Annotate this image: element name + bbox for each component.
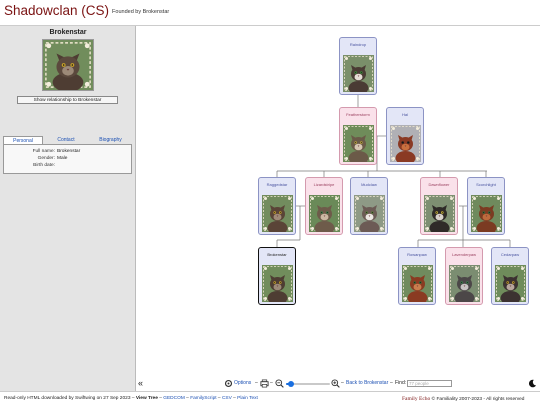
- plain-text-link[interactable]: Plain Text: [237, 396, 258, 401]
- footer-separator: –: [159, 396, 162, 401]
- sidebar: Brokenstar Show relationship to Brokenst…: [0, 26, 136, 391]
- family-tree[interactable]: Raindrop Featherstorm Hal Raggedstar Lizards…: [137, 26, 540, 391]
- person-card[interactable]: Dawnflower: [420, 177, 458, 235]
- person-card[interactable]: Cedarpaw: [491, 247, 529, 305]
- person-card-name: Mudclaw: [361, 182, 377, 187]
- zoom-slider[interactable]: [286, 381, 330, 387]
- familyscript-link[interactable]: FamilyScript: [190, 396, 216, 401]
- person-portrait: [262, 195, 293, 232]
- person-portrait: [309, 195, 340, 232]
- person-portrait: [424, 195, 455, 232]
- person-name: Brokenstar: [49, 29, 87, 36]
- personal-panel: Full name: Brokenstar Gender: Male Birth…: [3, 144, 132, 174]
- person-card[interactable]: Raindrop: [339, 37, 377, 95]
- page-title: Shadowclan (CS) Founded by Brokenstar: [4, 3, 169, 18]
- field-label: Full name:: [32, 149, 55, 154]
- print-icon[interactable]: [260, 379, 269, 388]
- copyright-text: © Familiality 2007-2023 - All rights res…: [431, 397, 525, 402]
- zoom-in-icon[interactable]: [331, 379, 340, 388]
- person-card[interactable]: Raggedstar: [258, 177, 296, 235]
- person-card-name: Hal: [401, 112, 408, 117]
- toolbar-separator: –: [341, 380, 344, 386]
- tree-title: Shadowclan (CS): [4, 3, 110, 18]
- person-card-name: Brokenstar: [267, 252, 287, 257]
- person-card[interactable]: Featherstorm: [339, 107, 377, 165]
- csv-link[interactable]: CSV: [222, 396, 232, 401]
- person-card-name: Dawnflower: [428, 182, 450, 187]
- toolbar-separator: –: [390, 380, 393, 386]
- person-card-name: Featherstorm: [346, 112, 370, 117]
- person-card[interactable]: Brokenstar: [258, 247, 296, 305]
- person-card[interactable]: Mudclaw: [350, 177, 388, 235]
- person-card-name: Scorchlight: [476, 182, 496, 187]
- tree-toolbar: « Options – – – Back to Brokenstar – Fin…: [137, 376, 540, 391]
- person-card-name: Rowanpaw: [407, 252, 427, 257]
- collapse-sidebar-icon[interactable]: «: [138, 378, 143, 389]
- person-portrait: [390, 125, 421, 162]
- options-link[interactable]: Options: [234, 378, 251, 389]
- footer-separator: –: [217, 396, 221, 401]
- field-full-name: Full name: Brokenstar: [4, 148, 133, 155]
- field-birth-date: Birth date:: [4, 162, 133, 169]
- person-card-name: Lavenderpaw: [451, 252, 477, 257]
- person-card-name: Lizardstripe: [313, 182, 335, 187]
- toolbar-separator: –: [270, 380, 273, 386]
- person-card-name: Raggedstar: [266, 182, 288, 187]
- footer-text: Read-only HTML downloaded by Swiftwing o…: [4, 396, 258, 401]
- show-relationship-button[interactable]: Show relationship to Brokenstar: [17, 96, 118, 104]
- gedcom-link[interactable]: GEDCOM: [163, 396, 185, 401]
- person-portrait: [262, 265, 293, 302]
- header: Shadowclan (CS) Founded by Brokenstar: [0, 0, 540, 26]
- footer-separator: –: [233, 396, 236, 401]
- person-card[interactable]: Hal: [386, 107, 424, 165]
- person-card-name: Cedarpaw: [500, 252, 520, 257]
- footer-right: Family Echo © Familiality 2007-2023 - Al…: [402, 396, 524, 402]
- person-portrait: [495, 265, 526, 302]
- person-card[interactable]: Scorchlight: [467, 177, 505, 235]
- person-portrait: [402, 265, 433, 302]
- field-value: Brokenstar: [57, 149, 81, 154]
- field-value: Male: [57, 156, 68, 161]
- field-label: Gender:: [37, 156, 55, 161]
- footer-separator: –: [186, 396, 189, 401]
- person-photo: [42, 39, 94, 91]
- zoom-out-icon[interactable]: [275, 379, 284, 388]
- back-to-link[interactable]: Back to Brokenstar: [346, 378, 388, 389]
- footer: Read-only HTML downloaded by Swiftwing o…: [0, 391, 540, 405]
- person-portrait: [343, 125, 374, 162]
- field-label: Birth date:: [33, 163, 55, 168]
- family-echo-logo[interactable]: Family Echo: [402, 396, 430, 402]
- person-portrait: [343, 55, 374, 92]
- dark-mode-icon[interactable]: [528, 379, 537, 388]
- page-subtitle: Founded by Brokenstar: [112, 9, 170, 15]
- gear-icon[interactable]: [224, 379, 233, 388]
- view-tree-label: View Tree: [135, 396, 158, 401]
- find-input[interactable]: [407, 380, 452, 387]
- person-portrait: [354, 195, 385, 232]
- person-portrait: [471, 195, 502, 232]
- field-gender: Gender: Male: [4, 155, 133, 162]
- find-label: Find:: [395, 380, 407, 386]
- person-card[interactable]: Lavenderpaw: [445, 247, 483, 305]
- zoom-slider-thumb[interactable]: [288, 381, 295, 387]
- person-card[interactable]: Rowanpaw: [398, 247, 436, 305]
- person-card-name: Raindrop: [349, 42, 367, 47]
- person-portrait: [449, 265, 480, 302]
- person-card[interactable]: Lizardstripe: [305, 177, 343, 235]
- toolbar-separator: –: [255, 380, 258, 386]
- footer-download-info: Read-only HTML downloaded by Swiftwing o…: [4, 396, 135, 401]
